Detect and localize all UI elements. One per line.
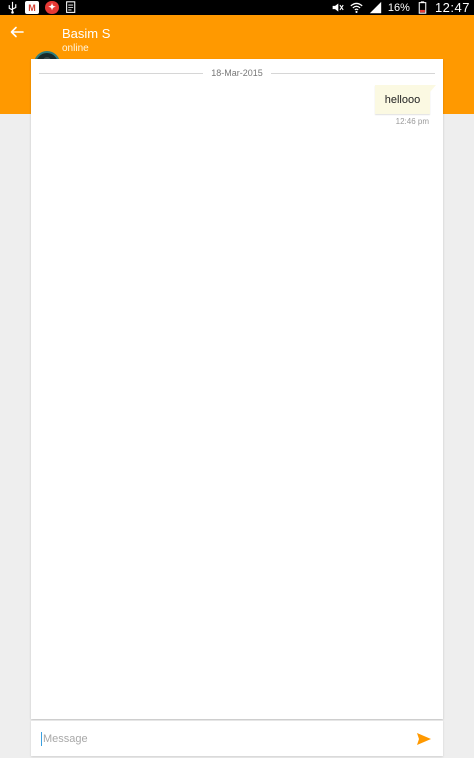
- message-composer: [31, 720, 443, 756]
- date-divider: 18-Mar-2015: [39, 67, 435, 79]
- message-timestamp: 12:46 pm: [395, 117, 429, 126]
- date-divider-label: 18-Mar-2015: [211, 68, 263, 78]
- app-notification-icon: ✦: [45, 1, 59, 14]
- back-button[interactable]: [6, 23, 28, 41]
- mute-icon: [331, 1, 344, 14]
- message-input[interactable]: [43, 727, 403, 751]
- wifi-icon: [350, 1, 363, 14]
- clock: 12:47: [434, 0, 470, 15]
- text-cursor: [41, 732, 42, 746]
- status-bar-system: 16% 12:47: [331, 0, 470, 15]
- usb-icon: [6, 1, 19, 14]
- status-bar: M ✦ 16% 12:47: [0, 0, 474, 15]
- send-button[interactable]: [415, 730, 433, 748]
- battery-percent: 16%: [387, 1, 410, 14]
- contact-status: online: [62, 43, 89, 54]
- message-text: hellooo: [384, 93, 421, 106]
- divider-line: [39, 72, 204, 74]
- gmail-icon: M: [25, 1, 39, 14]
- contact-name[interactable]: Basim S: [62, 26, 110, 41]
- outgoing-message-bubble[interactable]: hellooo: [375, 85, 436, 114]
- status-bar-notifications: M ✦: [6, 0, 78, 15]
- send-icon: [417, 733, 431, 745]
- signal-icon: [369, 1, 382, 14]
- document-icon: [65, 1, 78, 14]
- chat-message-list[interactable]: 18-Mar-2015 hellooo 12:46 pm: [31, 59, 443, 719]
- battery-icon: [416, 1, 429, 14]
- arrow-left-icon: [10, 26, 24, 38]
- divider-line: [270, 72, 435, 74]
